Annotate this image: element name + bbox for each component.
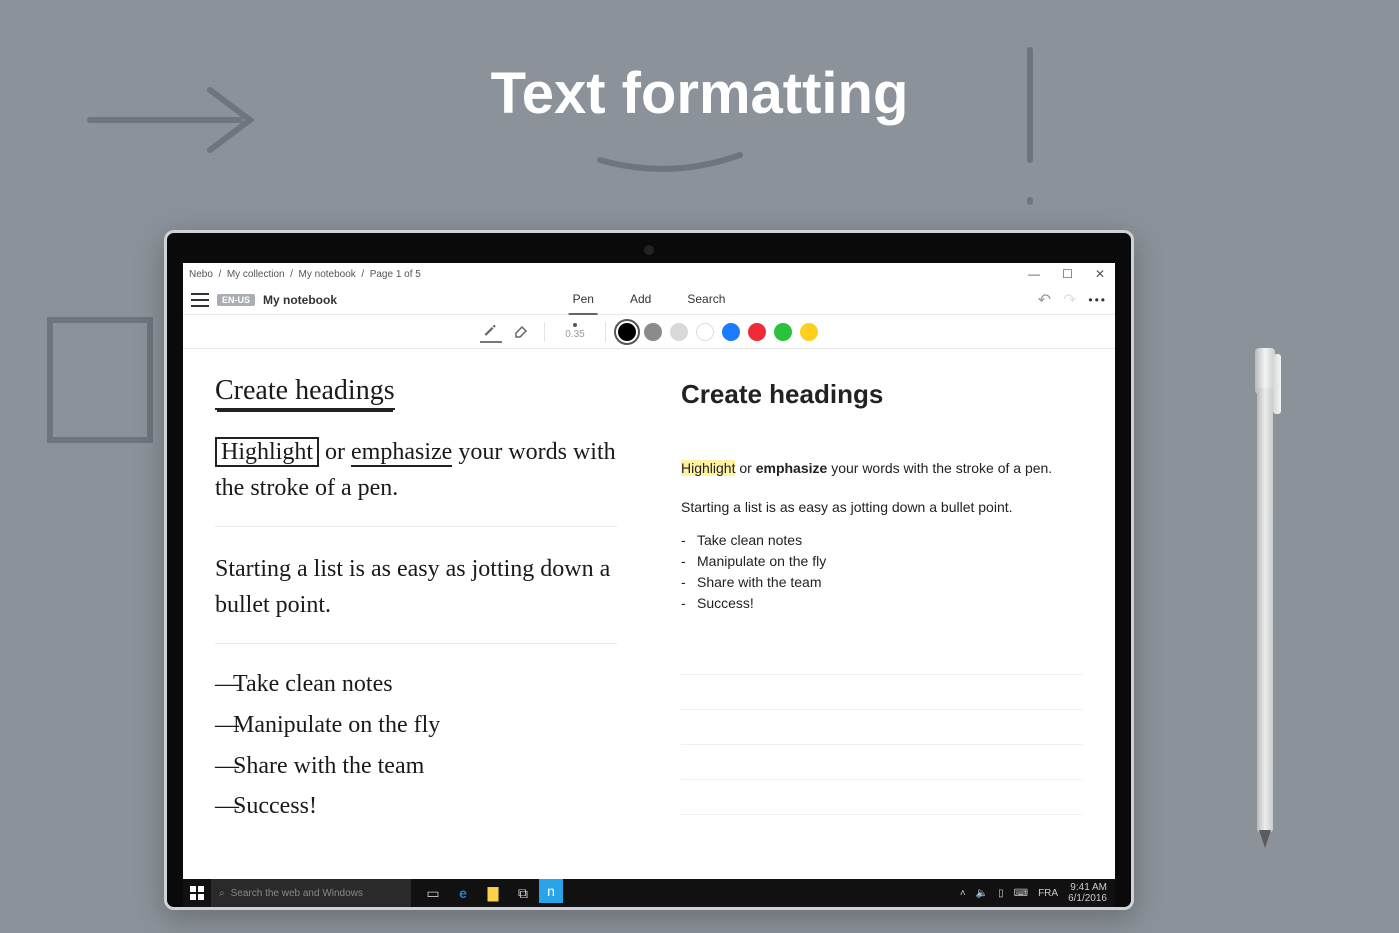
hw-paragraph-1: Highlight or emphasize your words with t…: [215, 434, 617, 506]
promo-title: Text formatting: [0, 60, 1399, 127]
color-swatch-black[interactable]: [618, 323, 636, 341]
stroke-size-selector[interactable]: 0.35: [565, 323, 584, 340]
maximize-button[interactable]: ☐: [1058, 267, 1077, 281]
volume-icon[interactable]: 🔈: [976, 888, 988, 899]
rendered-paragraph-1: Highlight or emphasize your words with t…: [681, 458, 1083, 479]
system-tray: ˄ 🔈 ▯ ⌨ FRA 9:41 AM 6/1/2016: [960, 882, 1115, 904]
tablet-device: Nebo / My collection / My notebook / Pag…: [164, 230, 1134, 910]
edge-icon[interactable]: e: [449, 879, 477, 907]
color-swatch-green[interactable]: [774, 323, 792, 341]
hw-heading: Create headings: [215, 375, 395, 410]
hw-paragraph-2: Starting a list is as easy as jotting do…: [215, 551, 617, 623]
taskbar-apps: ▭ e ▇ ⧉ n: [419, 879, 563, 907]
minimize-button[interactable]: ―: [1024, 267, 1044, 281]
rendered-list: Take clean notes Manipulate on the fly S…: [681, 530, 1083, 614]
explorer-icon[interactable]: ▇: [479, 879, 507, 907]
rendered-pane: Create headings Highlight or emphasize y…: [649, 349, 1115, 879]
task-view-button[interactable]: ▭: [419, 879, 447, 907]
window-titlebar: Nebo / My collection / My notebook / Pag…: [183, 263, 1115, 285]
rendered-paragraph-2: Starting a list is as easy as jotting do…: [681, 497, 1083, 518]
nebo-icon[interactable]: n: [539, 879, 563, 903]
battery-icon[interactable]: ▯: [998, 888, 1004, 899]
windows-taskbar: ⌕ Search the web and Windows ▭ e ▇ ⧉ n ˄…: [183, 879, 1115, 907]
keyboard-icon[interactable]: ⌨: [1014, 888, 1028, 899]
color-swatch-red[interactable]: [748, 323, 766, 341]
tab-pen[interactable]: Pen: [569, 285, 598, 315]
store-icon[interactable]: ⧉: [509, 879, 537, 907]
close-button[interactable]: ✕: [1091, 267, 1109, 281]
main-toolbar: EN-US My notebook Pen Add Search ↶ ↷ •••: [183, 285, 1115, 315]
language-indicator[interactable]: FRA: [1038, 888, 1058, 899]
taskbar-search[interactable]: ⌕ Search the web and Windows: [211, 879, 411, 907]
camera-dot: [644, 245, 654, 255]
clock[interactable]: 9:41 AM 6/1/2016: [1068, 882, 1107, 904]
undo-button[interactable]: ↶: [1038, 290, 1051, 310]
pen-toolbar: 0.35: [183, 315, 1115, 349]
more-button[interactable]: •••: [1088, 293, 1107, 307]
breadcrumb[interactable]: Nebo / My collection / My notebook / Pag…: [189, 269, 421, 280]
tray-chevron-icon[interactable]: ˄: [960, 888, 966, 899]
content-area: Create headings Highlight or emphasize y…: [183, 349, 1115, 879]
rendered-heading: Create headings: [681, 375, 1083, 414]
redo-button[interactable]: ↷: [1063, 290, 1076, 310]
tab-bar: Pen Add Search: [569, 285, 730, 315]
stylus-pen: [1251, 348, 1279, 848]
app-screen: Nebo / My collection / My notebook / Pag…: [183, 263, 1115, 907]
color-swatch-gray[interactable]: [644, 323, 662, 341]
color-swatch-white[interactable]: [696, 323, 714, 341]
color-swatch-yellow[interactable]: [800, 323, 818, 341]
pen-tool[interactable]: [480, 321, 502, 343]
tab-add[interactable]: Add: [626, 285, 655, 315]
notebook-title: My notebook: [263, 293, 337, 307]
eraser-tool[interactable]: [510, 321, 532, 343]
start-button[interactable]: [183, 879, 211, 907]
hw-list: —Take clean notes —Manipulate on the fly…: [215, 664, 617, 827]
search-icon: ⌕: [219, 888, 225, 899]
color-swatch-lightgray[interactable]: [670, 323, 688, 341]
language-badge[interactable]: EN-US: [217, 294, 255, 306]
handwriting-pane[interactable]: Create headings Highlight or emphasize y…: [183, 349, 649, 879]
color-swatch-blue[interactable]: [722, 323, 740, 341]
tab-search[interactable]: Search: [683, 285, 729, 315]
menu-button[interactable]: [191, 293, 209, 307]
